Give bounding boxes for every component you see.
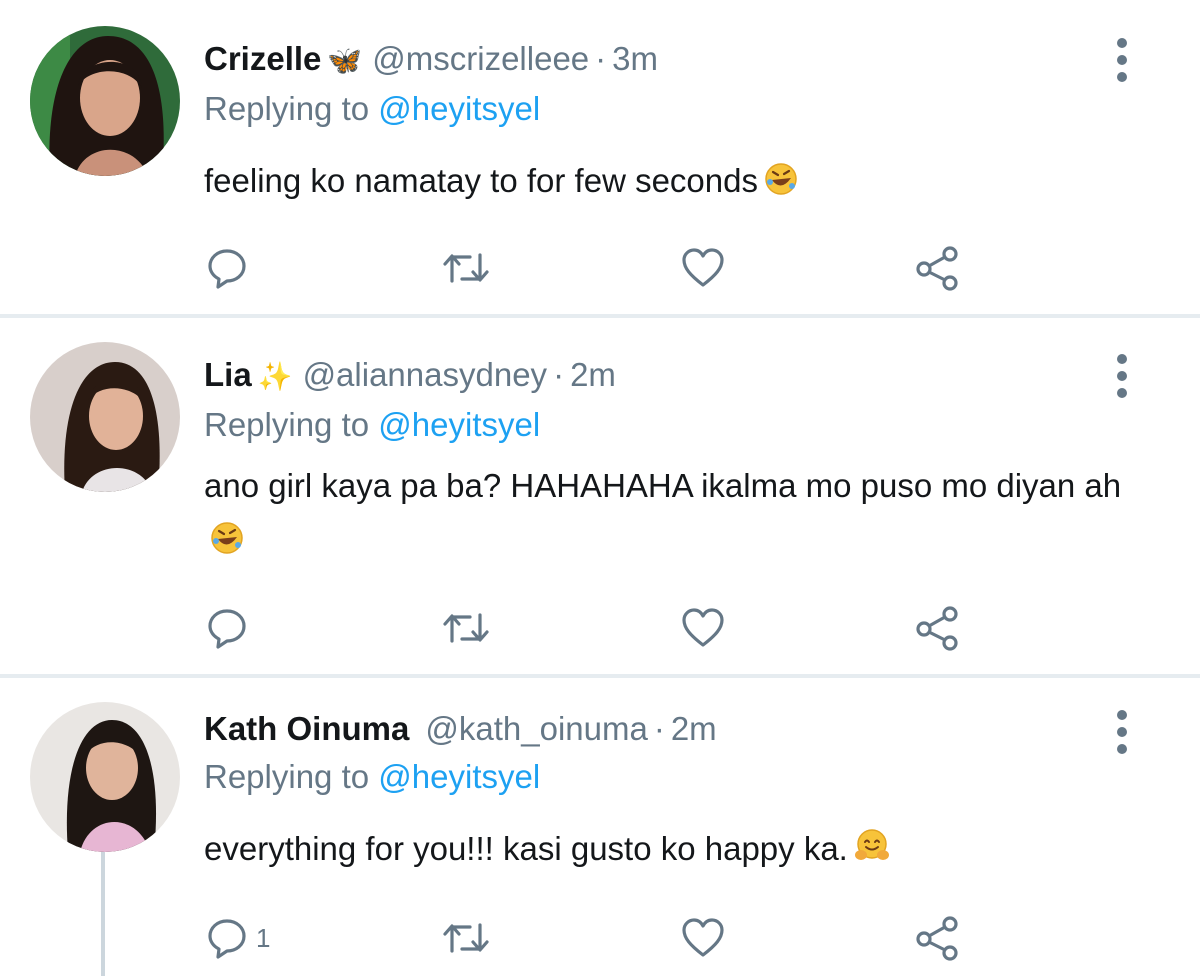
mention-link[interactable]: @heyitsyel — [378, 90, 540, 127]
separator-dot: · — [595, 40, 607, 77]
display-name[interactable]: Kath Oinuma — [204, 710, 409, 747]
like-button[interactable] — [680, 240, 726, 296]
share-button[interactable] — [914, 240, 960, 296]
share-button[interactable] — [914, 600, 960, 656]
retweet-button[interactable] — [440, 240, 492, 296]
separator-dot: · — [553, 356, 565, 393]
share-button[interactable] — [914, 910, 960, 966]
replying-to: Replying to @heyitsyel — [204, 406, 540, 444]
replying-to: Replying to @heyitsyel — [204, 90, 540, 128]
retweet-icon — [440, 245, 492, 291]
more-vertical-icon[interactable] — [1108, 354, 1136, 398]
avatar[interactable] — [30, 342, 180, 492]
hugging-face-emoji — [854, 826, 890, 880]
avatar[interactable] — [30, 26, 180, 176]
share-icon — [914, 605, 960, 651]
tweet-text: everything for you!!! kasi gusto ko happ… — [204, 822, 1134, 880]
mention-link[interactable]: @heyitsyel — [378, 406, 540, 443]
display-name[interactable]: Crizelle — [204, 40, 321, 77]
timestamp[interactable]: 2m — [671, 710, 717, 747]
retweet-icon — [440, 605, 492, 651]
retweet-button[interactable] — [440, 600, 492, 656]
timestamp[interactable]: 2m — [570, 356, 616, 393]
reply-icon — [204, 605, 250, 651]
tweet-text-content: feeling ko namatay to for few seconds — [204, 162, 758, 199]
tweet-text: feeling ko namatay to for few seconds — [204, 154, 1134, 212]
user-handle[interactable]: @kath_oinuma — [425, 710, 647, 747]
share-icon — [914, 915, 960, 961]
reply-button[interactable] — [204, 600, 256, 656]
replying-label: Replying to — [204, 90, 370, 127]
reply-icon — [204, 245, 250, 291]
replying-to: Replying to @heyitsyel — [204, 758, 540, 796]
mention-link[interactable]: @heyitsyel — [378, 758, 540, 795]
more-vertical-icon[interactable] — [1108, 710, 1136, 754]
reply-tweet-3[interactable]: Kath Oinuma @kath_oinuma · 2m Replying to @… — [0, 678, 1200, 976]
heart-icon — [680, 915, 726, 961]
reply-button[interactable] — [204, 240, 256, 296]
avatar[interactable] — [30, 702, 180, 852]
reply-tweet-1[interactable]: Crizelle 🦋 @mscrizelleee · 3m Replying to @h… — [0, 0, 1200, 316]
user-handle[interactable]: @aliannasydney — [303, 356, 548, 393]
replying-label: Replying to — [204, 758, 370, 795]
replying-label: Replying to — [204, 406, 370, 443]
tweet-text: ano girl kaya pa ba? HAHAHAHA ikalma mo … — [204, 459, 1124, 571]
display-name[interactable]: Lia — [204, 356, 252, 393]
timestamp[interactable]: 3m — [612, 40, 658, 77]
heart-icon — [680, 605, 726, 651]
share-icon — [914, 245, 960, 291]
reply-count: 1 — [256, 922, 271, 953]
like-button[interactable] — [680, 600, 726, 656]
more-vertical-icon[interactable] — [1108, 38, 1136, 82]
reply-button[interactable]: 1 — [204, 910, 270, 966]
retweet-button[interactable] — [440, 910, 492, 966]
reply-tweet-2[interactable]: Lia ✨ @aliannasydney · 2m Replying to @heyit… — [0, 318, 1200, 674]
rolling-on-floor-laughing-emoji — [764, 158, 798, 212]
heart-icon — [680, 245, 726, 291]
tweet-text-content: ano girl kaya pa ba? HAHAHAHA ikalma mo … — [204, 467, 1122, 504]
retweet-icon — [440, 915, 492, 961]
like-button[interactable] — [680, 910, 726, 966]
butterfly-badge: 🦋 — [327, 45, 363, 76]
reply-icon — [204, 915, 250, 961]
rolling-on-floor-laughing-emoji — [210, 517, 244, 571]
separator-dot: · — [653, 710, 665, 747]
tweet-text-content: everything for you!!! kasi gusto ko happ… — [204, 830, 848, 867]
user-handle[interactable]: @mscrizelleee — [372, 40, 589, 77]
sparkles-badge: ✨ — [257, 361, 293, 392]
